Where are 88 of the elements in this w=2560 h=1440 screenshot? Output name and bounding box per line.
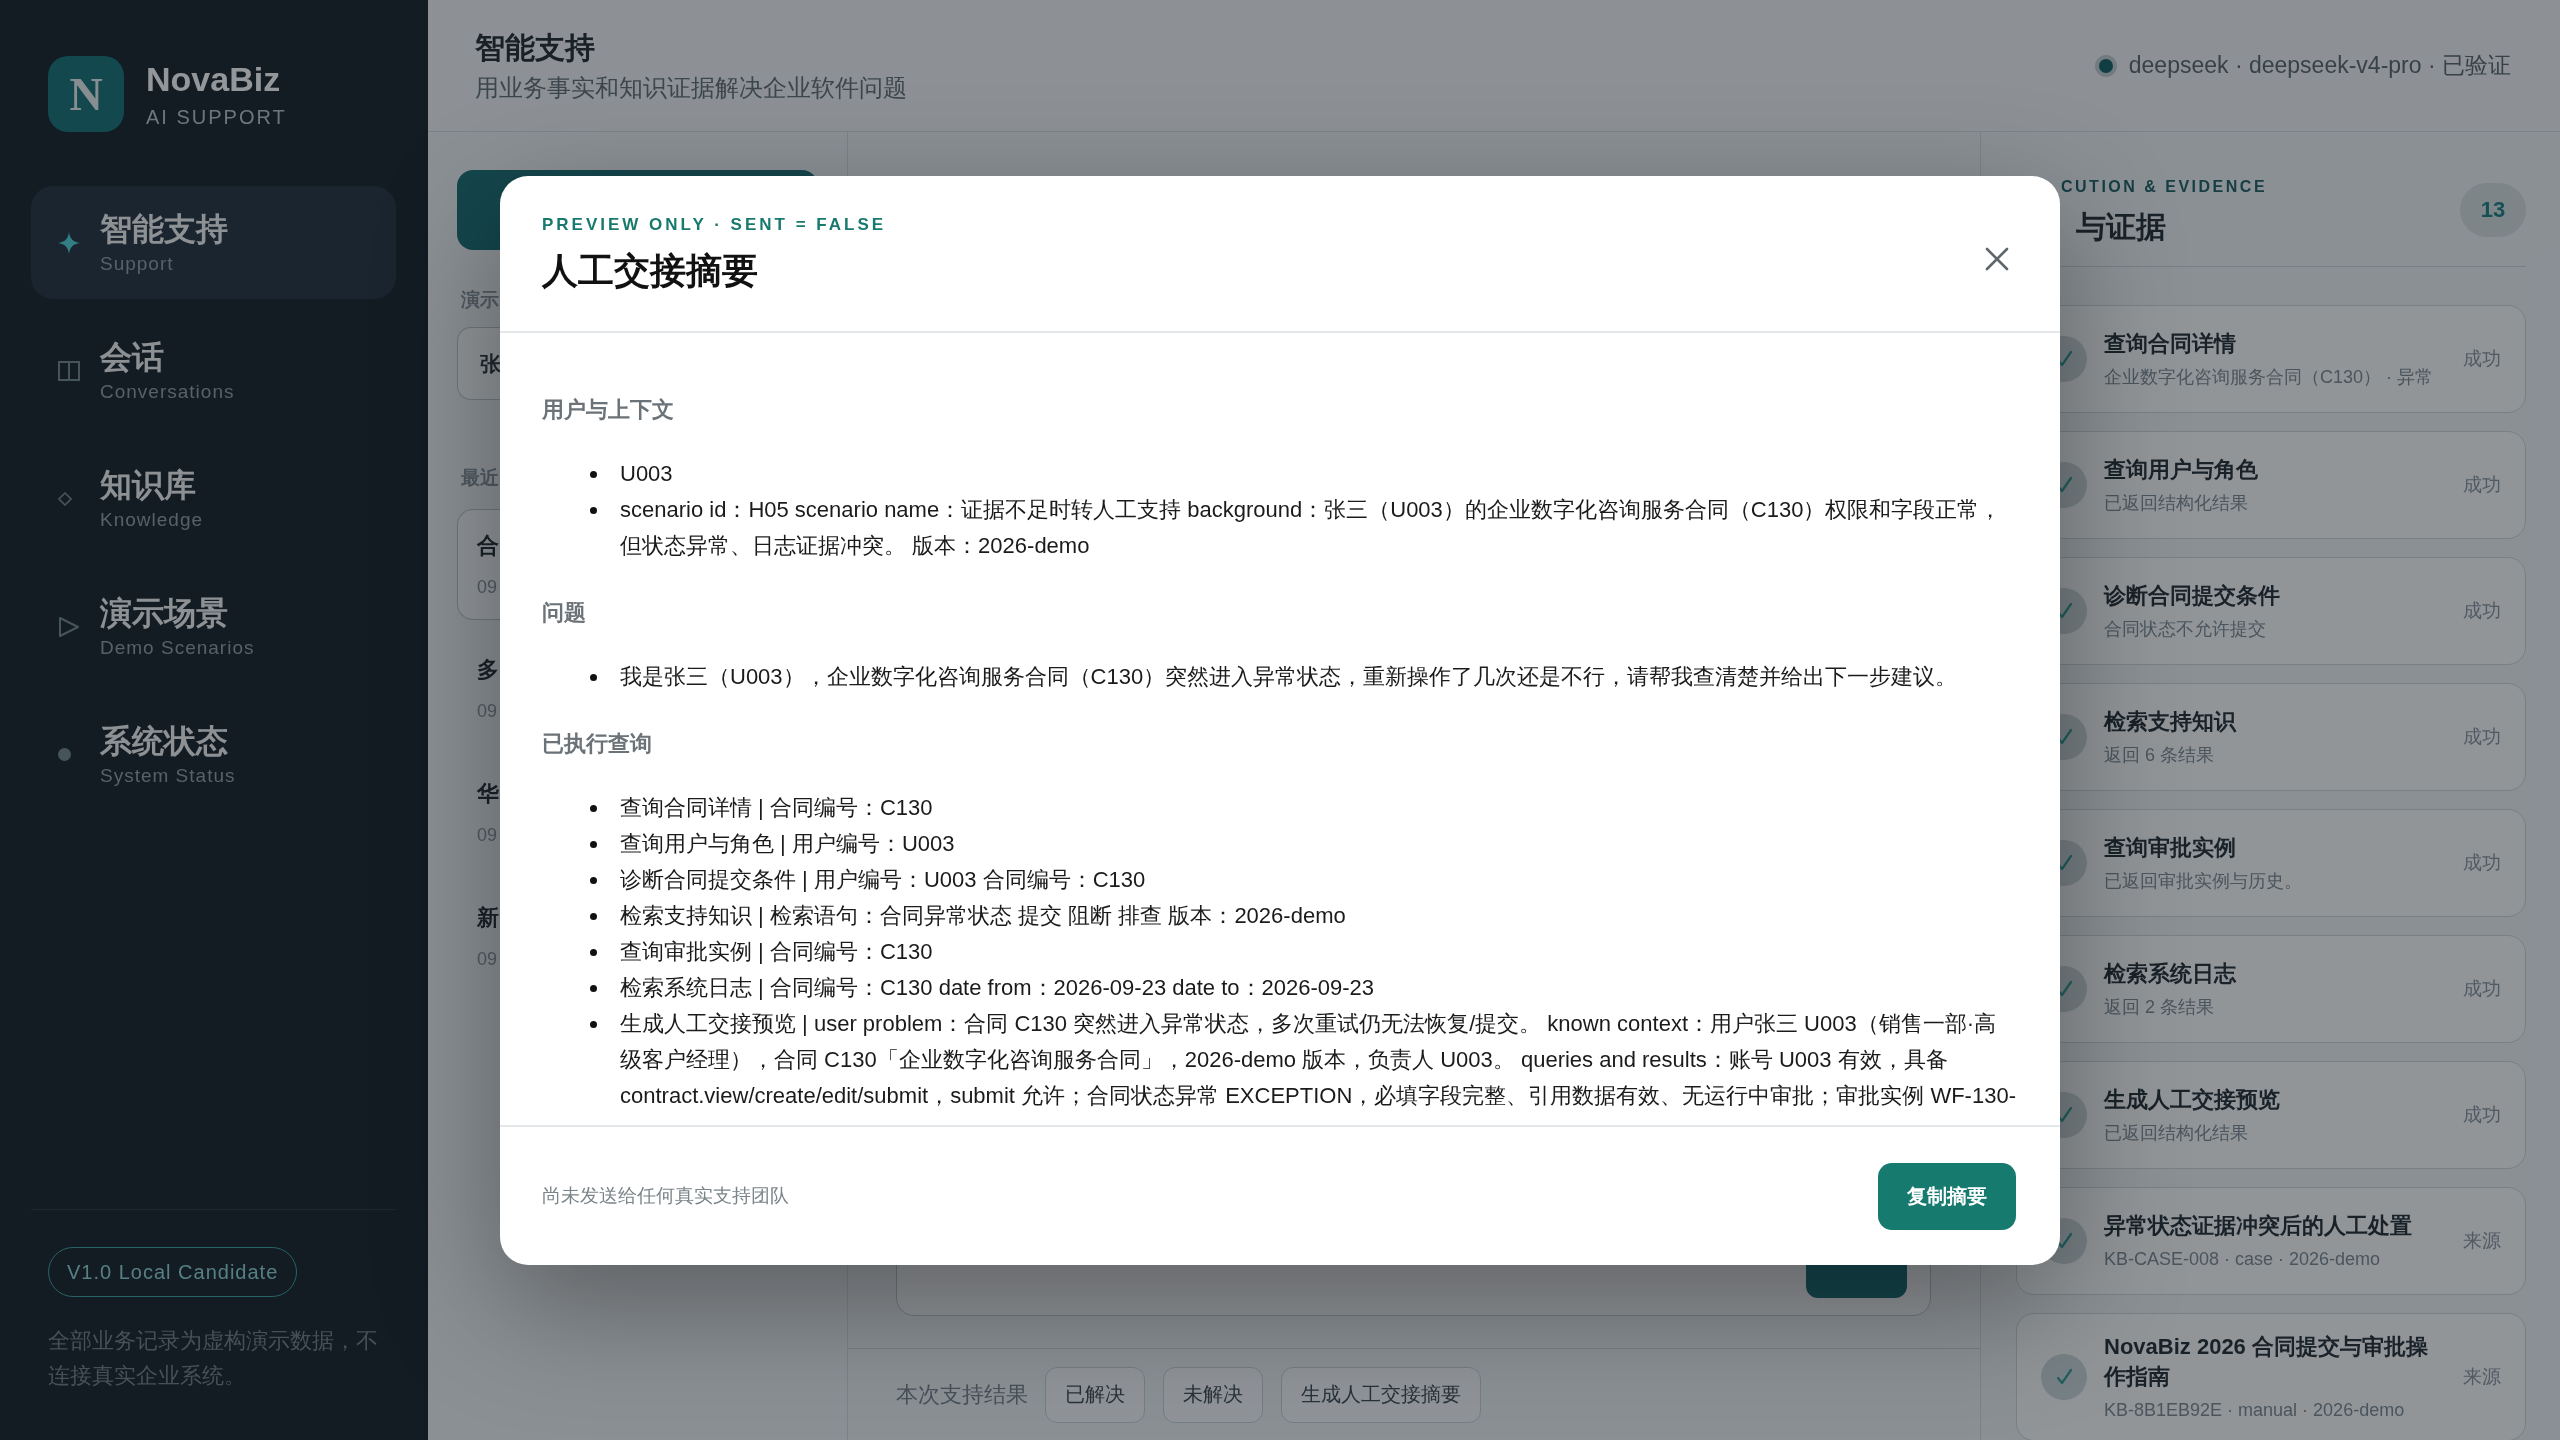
- section-heading: 用户与上下文: [542, 396, 675, 424]
- bullet-icon: [590, 470, 597, 478]
- bullet-icon: [590, 804, 597, 812]
- nav-item[interactable]: 会话 Conversations: [31, 314, 396, 427]
- list-item-text: 查询合同详情 | 合同编号：C130: [620, 794, 934, 822]
- step-title: NovaBiz 2026 合同提交与审批操作指南: [2104, 1333, 2429, 1391]
- step-status: 来源: [2463, 1229, 2501, 1253]
- bullet-icon: [590, 1020, 597, 1028]
- bullet-icon: [590, 506, 597, 514]
- step-detail: 合同状态不允许提交: [2104, 618, 2266, 641]
- step-title: 检索系统日志: [2104, 960, 2236, 988]
- footer-note: 尚未发送给任何真实支持团队: [542, 1184, 789, 1208]
- step-status: 成功: [2463, 473, 2501, 497]
- check-icon: [2060, 840, 2087, 886]
- evidence-title: 与证据: [2076, 208, 2166, 245]
- brand-tagline: AI SUPPORT: [146, 104, 287, 130]
- check-icon: [2060, 588, 2087, 634]
- step-status: 成功: [2463, 977, 2501, 1001]
- step-title: 查询合同详情: [2104, 330, 2236, 358]
- close-icon: [1985, 246, 2009, 271]
- check-icon: [2041, 1354, 2087, 1400]
- step-detail: 返回 6 条结果: [2104, 744, 2214, 767]
- check-icon: [2060, 336, 2087, 382]
- list-item-text: 检索系统日志 | 合同编号：C130 date from：2026-09-23 date to：2026-09-23: [620, 974, 1376, 1002]
- step-status: 来源: [2463, 1365, 2501, 1389]
- step-title: 异常状态证据冲突后的人工处置: [2104, 1212, 2412, 1240]
- model-status-text: deepseek · deepseek-v4-pro · 已验证: [2128, 51, 2511, 80]
- list-item-text: 诊断合同提交条件 | 用户编号：U003 合同编号：C130: [620, 866, 1147, 894]
- version-badge: V1.0 Local Candidate: [48, 1247, 298, 1297]
- bullet-icon: [590, 673, 597, 681]
- outcome-button[interactable]: 未解决: [1163, 1366, 1263, 1423]
- check-icon: [2060, 1092, 2087, 1138]
- list-item-text: 我是张三（U003），企业数字化咨询服务合同（C130）突然进入异常状态，重新操作了几次还是不行，请帮我查清楚并给出下一步建议。: [620, 663, 1959, 691]
- bullet-icon: [590, 984, 597, 992]
- count-badge: 13: [2460, 183, 2526, 237]
- step-title: 查询审批实例: [2104, 834, 2236, 862]
- step-detail: 返回 2 条结果: [2104, 996, 2214, 1019]
- page-subtitle: 用业务事实和知识证据解决企业软件问题: [475, 73, 907, 102]
- step-status: 成功: [2463, 725, 2501, 749]
- list-item-text: 检索支持知识 | 检索语句：合同异常状态 提交 阻断 排查 版本：2026-demo: [620, 902, 1347, 930]
- modal-title: 人工交接摘要: [542, 249, 758, 293]
- step-detail: 已返回结构化结果: [2104, 1122, 2248, 1145]
- outcome-label: 本次支持结果: [896, 1380, 1028, 1409]
- page-title: 智能支持: [475, 29, 595, 66]
- nav-item[interactable]: 系统状态 System Status: [31, 698, 396, 811]
- modal-eyebrow: PREVIEW ONLY · SENT = FALSE: [542, 214, 887, 236]
- step-detail: 企业数字化咨询服务合同（C130） · 异常: [2104, 366, 2434, 389]
- step-status: 成功: [2463, 851, 2501, 875]
- nav-item[interactable]: 知识库 Knowledge: [31, 442, 396, 555]
- brand-name: NovaBiz: [146, 58, 281, 99]
- step-status: 成功: [2463, 599, 2501, 623]
- triangle-icon: [58, 615, 80, 638]
- circle-icon: [58, 748, 71, 761]
- step-detail: KB-8B1EB92E · manual · 2026-demo: [2104, 1399, 2405, 1422]
- brand-logo: N: [48, 56, 124, 132]
- check-icon: [2060, 462, 2087, 508]
- columns-icon: [58, 360, 80, 381]
- bullet-icon: [590, 876, 597, 884]
- status-dot-icon: [2094, 54, 2117, 77]
- list-item-text: 生成人工交接预览 | user problem：合同 C130 突然进入异常状态，多次重试仍无法恢复/提交。 known context：用户张三 U003（销售一部·高级客户经理），合同 C130「企业数字化咨询服务合同」，2026-demo 版本，负责人 U003。 queries and results：账号 U003 有效，具备 contract.view/create/edit/submit，submit 允许；合同状态异常 EXCEPTION，必填字段完整、引用数据有效、无运行中审批；审批实例 WF-130-: [620, 1010, 2017, 1110]
- bullet-icon: [590, 840, 597, 848]
- check-icon: [2060, 966, 2087, 1012]
- step-status: 成功: [2463, 347, 2501, 371]
- nav-item[interactable]: 演示场景 Demo Scenarios: [31, 570, 396, 683]
- nav-item[interactable]: 智能支持 Support: [31, 186, 396, 299]
- section-heading: 问题: [542, 599, 587, 627]
- check-icon: [2060, 714, 2087, 760]
- bullet-icon: [590, 948, 597, 956]
- list-item-text: U003: [620, 460, 674, 488]
- list-item-text: 查询审批实例 | 合同编号：C130: [620, 938, 934, 966]
- step-title: 生成人工交接预览: [2104, 1086, 2280, 1114]
- outcome-button[interactable]: 生成人工交接摘要: [1281, 1366, 1481, 1423]
- evidence-eyebrow: CUTION & EVIDENCE: [2061, 176, 2268, 197]
- section-heading: 已执行查询: [542, 730, 653, 758]
- step-status: 成功: [2463, 1103, 2501, 1127]
- outcome-button[interactable]: 已解决: [1045, 1366, 1145, 1423]
- step-detail: 已返回审批实例与历史。: [2104, 870, 2302, 893]
- list-item-text: 查询用户与角色 | 用户编号：U003: [620, 830, 956, 858]
- bullet-icon: [590, 912, 597, 920]
- copy-button[interactable]: 复制摘要: [1878, 1162, 2016, 1230]
- step-detail: 已返回结构化结果: [2104, 492, 2248, 515]
- list-item-text: scenario id：H05 scenario name：证据不足时转人工支持 background：张三（U003）的企业数字化咨询服务合同（C130）权限和字段正常，但状态异常、日志证据冲突。 版本：2026-demo: [620, 496, 2003, 560]
- step-title: 查询用户与角色: [2104, 456, 2258, 484]
- step-title: 检索支持知识: [2104, 708, 2236, 736]
- step-detail: KB-CASE-008 · case · 2026-demo: [2104, 1248, 2381, 1271]
- sparkle-icon: [58, 231, 80, 254]
- diamond-icon: [58, 491, 72, 506]
- step-title: 诊断合同提交条件: [2104, 582, 2280, 610]
